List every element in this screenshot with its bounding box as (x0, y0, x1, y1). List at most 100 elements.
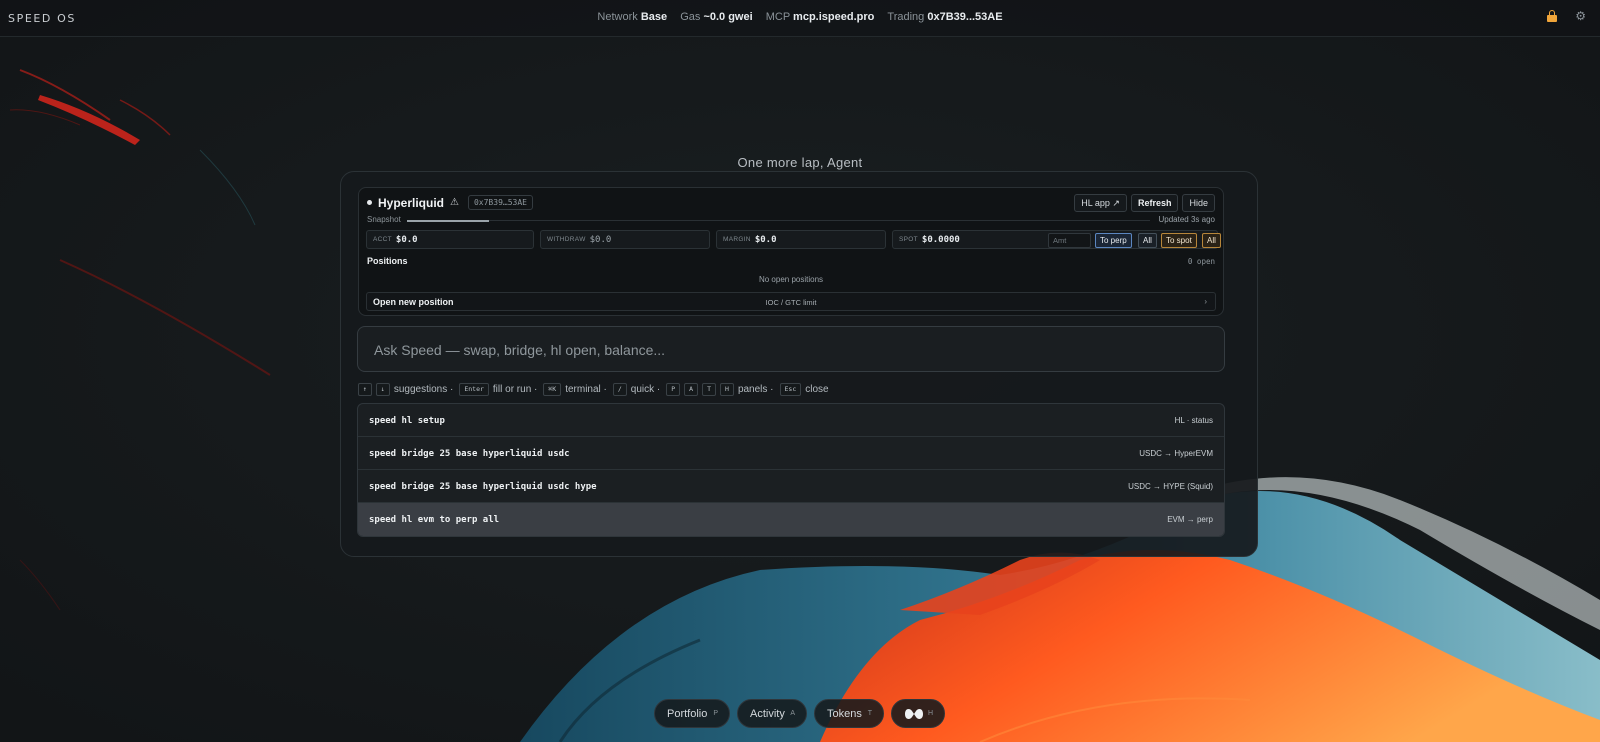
bottom-dock: Portfolio P Activity A Tokens T H (0, 699, 1600, 729)
all-to-perp-button[interactable]: All (1138, 233, 1157, 248)
tokens-shortcut: T (867, 710, 872, 717)
margin-label: MARGIN (723, 236, 751, 243)
spot-label: SPOT (899, 236, 918, 243)
suggestions-hint: suggestions · (393, 384, 454, 395)
portfolio-label: Portfolio (667, 708, 708, 720)
suggestion-meta: EVM → perp (1167, 515, 1213, 524)
no-positions-note: No open positions (758, 275, 824, 284)
suggestion-command: speed bridge 25 base hyperliquid usdc hy… (369, 482, 597, 492)
open-new-position-row[interactable]: Open new position IOC / GTC limit › (366, 292, 1216, 311)
esc-key: Esc (779, 383, 802, 396)
mcp-label: MCP (765, 11, 790, 23)
hyperliquid-card: Hyperliquid ⚠ 0x7B39…53AE HL app ↗ Refre… (358, 187, 1224, 316)
tokens-button[interactable]: Tokens T (814, 699, 884, 728)
hyperliquid-shortcut: H (927, 710, 933, 717)
ask-input[interactable] (374, 340, 1194, 360)
h-key: H (720, 383, 734, 396)
updated-time: Updated 3s ago (1158, 215, 1216, 224)
hyperliquid-title: Hyperliquid (378, 195, 445, 210)
top-bar: SPEED OS Network Base Gas ~0.0 gwei MCP … (0, 0, 1600, 37)
suggestions-list: speed hl setup HL · status speed bridge … (357, 403, 1225, 537)
margin-field: MARGIN $0.0 (716, 230, 886, 249)
suggestion-meta: USDC → HYPE (Squid) (1128, 482, 1213, 491)
network-label: Network (597, 11, 638, 23)
close-hint: close (805, 384, 829, 395)
hide-button[interactable]: Hide (1182, 194, 1215, 212)
status-strip: Network Base Gas ~0.0 gwei MCP mcp.ispee… (0, 11, 1600, 23)
cmd-k-key: ⌘K (543, 383, 562, 396)
gas-value: ~0.0 gwei (703, 11, 753, 23)
suggestion-command: speed bridge 25 base hyperliquid usdc (369, 449, 570, 459)
network-value: Base (640, 11, 668, 23)
suggestion-command: speed hl setup (369, 416, 445, 426)
up-key: ↑ (358, 383, 372, 396)
mcp-status: MCP mcp.ispeed.pro (766, 11, 875, 23)
positions-title: Positions (367, 256, 408, 266)
positions-count: 0 open (1187, 257, 1215, 266)
acct-field: ACCT $0.0 (366, 230, 534, 249)
trading-label: Trading (887, 11, 925, 23)
withdraw-value: $0.0 (589, 234, 612, 245)
t-key: T (702, 383, 717, 396)
network-status: Network Base (597, 11, 667, 23)
gas-label: Gas (680, 11, 701, 23)
trading-status: Trading 0x7B39...53AE (887, 11, 1002, 23)
amount-input[interactable]: Amt (1048, 233, 1091, 248)
portfolio-button[interactable]: Portfolio P (654, 699, 730, 728)
suggestion-meta: HL · status (1174, 416, 1213, 425)
panels-hint: panels · (737, 384, 774, 395)
withdraw-label: WITHDRAW (547, 236, 586, 243)
terminal-hint: terminal · (565, 384, 607, 395)
suggestion-item[interactable]: speed bridge 25 base hyperliquid usdc US… (358, 437, 1224, 470)
activity-label: Activity (750, 708, 785, 720)
to-perp-button[interactable]: To perp (1095, 233, 1132, 248)
status-dot (367, 200, 372, 205)
p-key: P (666, 383, 681, 396)
hyperliquid-actions: HL app ↗ Refresh Hide (1074, 194, 1215, 212)
hyperliquid-logo-icon (905, 709, 923, 719)
address-badge[interactable]: 0x7B39…53AE (467, 195, 533, 210)
suggestion-item[interactable]: speed hl setup HL · status (358, 404, 1224, 437)
refresh-button[interactable]: Refresh (1130, 194, 1179, 212)
activity-shortcut: A (790, 710, 795, 717)
fill-hint: fill or run · (492, 384, 538, 395)
chevron-right-icon: › (1204, 297, 1207, 306)
trading-value: 0x7B39...53AE (927, 11, 1003, 23)
tokens-label: Tokens (827, 708, 862, 720)
snapshot-row: Snapshot Updated 3s ago (367, 215, 1215, 227)
acct-value: $0.0 (395, 234, 418, 245)
snapshot-progress-fill (407, 219, 489, 222)
ask-box (357, 326, 1225, 372)
command-panel: Hyperliquid ⚠ 0x7B39…53AE HL app ↗ Refre… (340, 171, 1258, 557)
lock-icon[interactable] (1547, 10, 1558, 22)
hl-app-button[interactable]: HL app ↗ (1074, 194, 1127, 212)
to-spot-button[interactable]: To spot (1161, 233, 1197, 248)
down-key: ↓ (375, 383, 390, 396)
snapshot-progress (407, 219, 1150, 222)
spot-value: $0.0000 (921, 234, 960, 245)
hyperliquid-dock-button[interactable]: H (891, 699, 945, 728)
suggestion-item[interactable]: speed bridge 25 base hyperliquid usdc hy… (358, 470, 1224, 503)
order-type-label: IOC / GTC limit (765, 298, 817, 307)
margin-value: $0.0 (754, 234, 777, 245)
suggestion-command: speed hl evm to perp all (369, 515, 500, 525)
gas-status: Gas ~0.0 gwei (680, 11, 752, 23)
top-icons: ⚙ (1547, 10, 1586, 22)
mcp-value: mcp.ispeed.pro (793, 11, 875, 23)
a-key: A (684, 383, 699, 396)
slash-key: / (612, 383, 627, 396)
portfolio-shortcut: P (713, 710, 718, 717)
acct-label: ACCT (373, 236, 392, 243)
gear-icon[interactable]: ⚙ (1575, 10, 1586, 22)
snapshot-label: Snapshot (367, 215, 401, 224)
enter-key: Enter (459, 383, 489, 396)
keyboard-hints: ↑ ↓ suggestions · Enter fill or run · ⌘K… (358, 383, 831, 396)
balance-fields: ACCT $0.0 WITHDRAW $0.0 MARGIN $0.0 SPOT… (366, 230, 1221, 249)
activity-button[interactable]: Activity A (737, 699, 807, 728)
all-to-spot-button[interactable]: All (1202, 233, 1221, 248)
greeting: One more lap, Agent (737, 155, 863, 170)
quick-hint: quick · (630, 384, 661, 395)
hyperliquid-header: Hyperliquid ⚠ 0x7B39…53AE (367, 195, 533, 210)
suggestion-meta: USDC → HyperEVM (1139, 449, 1213, 458)
suggestion-item-selected[interactable]: speed hl evm to perp all EVM → perp (358, 503, 1224, 536)
